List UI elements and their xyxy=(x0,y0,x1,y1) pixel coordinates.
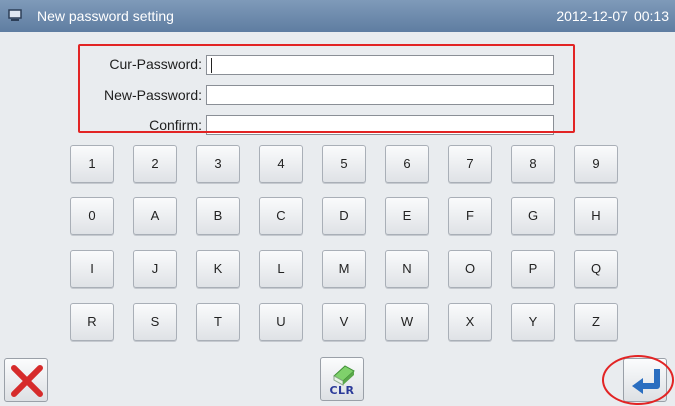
key-4[interactable]: 4 xyxy=(259,145,303,183)
title-bar: New password setting 2012-12-07 00:13 xyxy=(0,0,675,32)
key-6[interactable]: 6 xyxy=(385,145,429,183)
key-p[interactable]: P xyxy=(511,250,555,288)
key-n[interactable]: N xyxy=(385,250,429,288)
key-5[interactable]: 5 xyxy=(322,145,366,183)
clear-button[interactable]: CLR xyxy=(320,357,364,401)
key-h[interactable]: H xyxy=(574,197,618,235)
key-r[interactable]: R xyxy=(70,303,114,341)
close-icon xyxy=(11,365,43,397)
new-password-label: New-Password xyxy=(0,87,202,103)
enter-arrow-icon xyxy=(632,369,660,394)
cur-password-field[interactable] xyxy=(206,55,554,75)
key-b[interactable]: B xyxy=(196,197,240,235)
key-m[interactable]: M xyxy=(322,250,366,288)
key-9[interactable]: 9 xyxy=(574,145,618,183)
key-z[interactable]: Z xyxy=(574,303,618,341)
key-j[interactable]: J xyxy=(133,250,177,288)
key-u[interactable]: U xyxy=(259,303,303,341)
confirm-password-field[interactable] xyxy=(206,115,554,135)
key-k[interactable]: K xyxy=(196,250,240,288)
key-y[interactable]: Y xyxy=(511,303,555,341)
key-c[interactable]: C xyxy=(259,197,303,235)
key-s[interactable]: S xyxy=(133,303,177,341)
key-1[interactable]: 1 xyxy=(70,145,114,183)
key-f[interactable]: F xyxy=(448,197,492,235)
key-g[interactable]: G xyxy=(511,197,555,235)
key-e[interactable]: E xyxy=(385,197,429,235)
new-password-field[interactable] xyxy=(206,85,554,105)
key-a[interactable]: A xyxy=(133,197,177,235)
key-0[interactable]: 0 xyxy=(70,197,114,235)
cur-password-label: Cur-Password xyxy=(0,56,202,72)
key-2[interactable]: 2 xyxy=(133,145,177,183)
confirm-label: Confirm xyxy=(0,117,202,133)
text-caret xyxy=(211,58,212,73)
time-text: 00:13 xyxy=(633,8,669,24)
clear-label: CLR xyxy=(329,384,355,397)
key-w[interactable]: W xyxy=(385,303,429,341)
monitor-icon xyxy=(8,9,22,21)
key-t[interactable]: T xyxy=(196,303,240,341)
key-l[interactable]: L xyxy=(259,250,303,288)
key-8[interactable]: 8 xyxy=(511,145,555,183)
key-x[interactable]: X xyxy=(448,303,492,341)
key-d[interactable]: D xyxy=(322,197,366,235)
key-o[interactable]: O xyxy=(448,250,492,288)
key-q[interactable]: Q xyxy=(574,250,618,288)
key-v[interactable]: V xyxy=(322,303,366,341)
window-title: New password setting xyxy=(37,8,174,24)
key-3[interactable]: 3 xyxy=(196,145,240,183)
key-i[interactable]: I xyxy=(70,250,114,288)
enter-button[interactable] xyxy=(623,358,667,402)
datetime: 2012-12-07 00:13 xyxy=(556,8,669,24)
key-7[interactable]: 7 xyxy=(448,145,492,183)
cancel-button[interactable] xyxy=(4,358,48,402)
date-text: 2012-12-07 xyxy=(556,8,628,24)
